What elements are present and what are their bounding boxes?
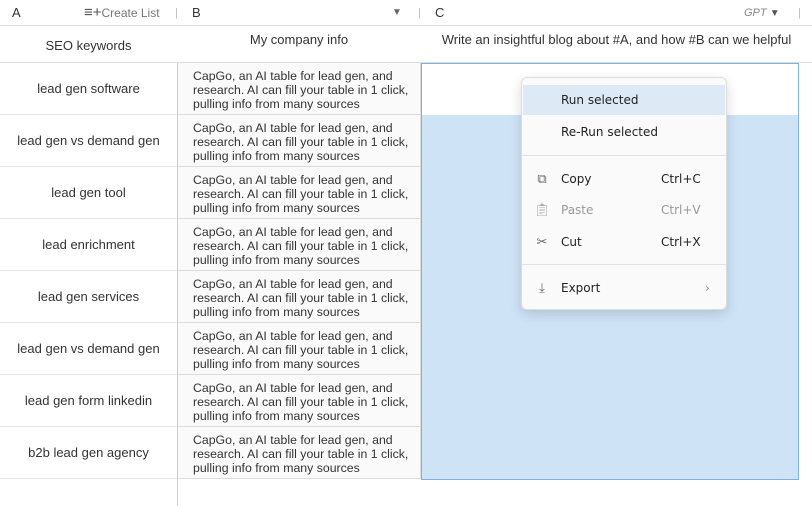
menu-item-cut[interactable]: ✂ Cut Ctrl+X [523,227,725,257]
column-b-dropdown-icon[interactable]: ▼ [392,7,402,18]
company-info-cell[interactable]: CapGo, an AI table for lead gen, and res… [177,63,421,115]
company-info-cell[interactable]: CapGo, an AI table for lead gen, and res… [177,271,421,323]
company-info-cell[interactable]: CapGo, an AI table for lead gen, and res… [177,427,421,479]
column-divider[interactable]: | [798,7,801,19]
company-info-cell[interactable]: CapGo, an AI table for lead gen, and res… [177,375,421,427]
keyword-cell[interactable]: lead gen services [0,271,177,323]
context-menu: Run selected Re-Run selected ⧉ Copy Ctrl+C… [521,77,727,310]
column-c-letter: C [435,5,445,20]
menu-item-run-selected[interactable]: Run selected [523,85,725,115]
column-a-letter: A [12,5,21,20]
keyword-cell[interactable]: lead enrichment [0,219,177,271]
column-divider[interactable]: | [418,7,421,19]
menu-divider [522,264,726,265]
company-info-cell[interactable]: CapGo, an AI table for lead gen, and res… [177,167,421,219]
keyword-cell[interactable]: lead gen form linkedin [0,375,177,427]
column-header-bar: A ≡+Create List | B ▼ | C GPT ▼ | [0,0,812,26]
company-info-cell[interactable]: CapGo, an AI table for lead gen, and res… [177,323,421,375]
create-list-button[interactable]: ≡+Create List [84,4,160,21]
column-divider[interactable]: | [175,7,178,19]
keyword-cell[interactable]: lead gen vs demand gen [0,115,177,167]
chevron-down-icon: ▼ [769,7,780,19]
menu-item-copy[interactable]: ⧉ Copy Ctrl+C [523,164,725,194]
column-border [177,479,178,506]
chevron-right-icon: › [705,281,710,295]
keyword-cell[interactable]: b2b lead gen agency [0,427,177,479]
header-cell-b[interactable]: My company info [177,26,421,63]
scissors-icon: ✂ [536,234,548,250]
keyword-cell[interactable]: lead gen vs demand gen [0,323,177,375]
company-info-cell[interactable]: CapGo, an AI table for lead gen, and res… [177,115,421,167]
menu-item-paste[interactable]: 📋︎ Paste Ctrl+V [523,195,725,225]
paste-icon: 📋︎ [533,202,551,218]
column-b-letter: B [192,5,201,20]
menu-item-export[interactable]: ⤓ Export › [523,273,725,303]
download-icon: ⤓ [539,280,545,296]
company-info-cell[interactable]: CapGo, an AI table for lead gen, and res… [177,219,421,271]
model-select[interactable]: GPT ▼ [744,7,780,19]
header-cell-a[interactable]: SEO keywords [0,26,177,63]
add-list-icon: ≡+ [84,4,102,21]
header-cell-c[interactable]: Write an insightful blog about #A, and h… [421,26,812,63]
menu-divider [522,155,726,156]
copy-icon: ⧉ [537,171,547,187]
keyword-cell[interactable]: lead gen tool [0,167,177,219]
menu-item-rerun-selected[interactable]: Re-Run selected [523,117,725,147]
keyword-cell[interactable]: lead gen software [0,63,177,115]
